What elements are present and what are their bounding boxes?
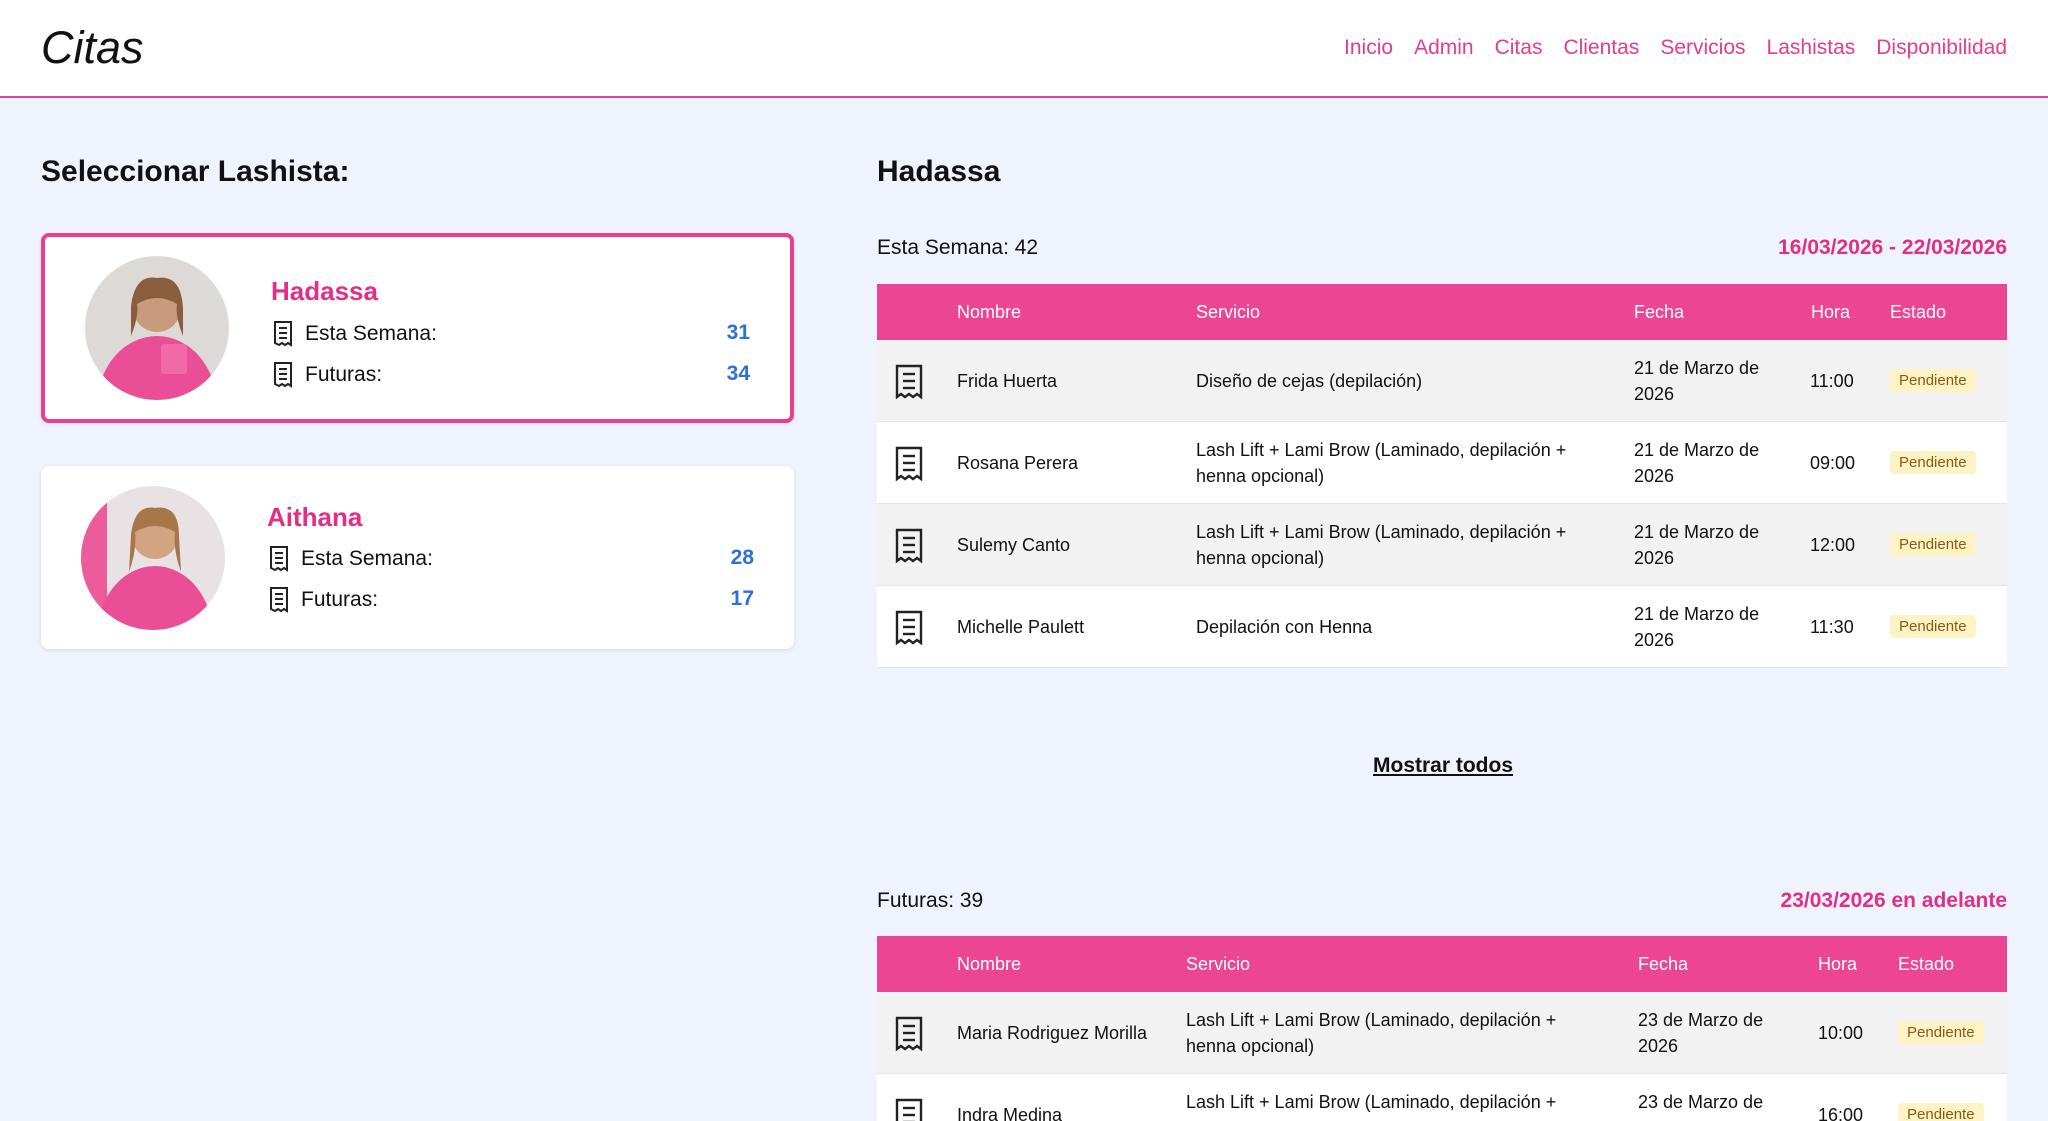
nav-link-disponibilidad[interactable]: Disponibilidad xyxy=(1876,36,2007,60)
cell-nombre: Indra Medina xyxy=(957,1105,1063,1121)
stat-week-row: Esta Semana: xyxy=(269,546,433,572)
receipt-icon[interactable] xyxy=(894,446,924,482)
nav-link-clientas[interactable]: Clientas xyxy=(1563,36,1639,60)
brand-title[interactable]: Citas xyxy=(41,22,144,74)
avatar-hadassa xyxy=(85,256,229,400)
table-row[interactable]: Maria Rodriguez Morilla Lash Lift + Lami… xyxy=(877,992,2007,1074)
stat-week-label: Esta Semana: xyxy=(301,547,433,570)
col-estado[interactable]: Estado xyxy=(1898,954,1954,975)
lashista-name: Aithana xyxy=(267,502,363,532)
avatar-aithana xyxy=(81,486,225,630)
status-badge: Pendiente xyxy=(1890,451,1976,474)
selected-lashista-heading: Hadassa xyxy=(877,155,1001,188)
nav-link-lashistas[interactable]: Lashistas xyxy=(1767,36,1856,60)
nav-link-servicios[interactable]: Servicios xyxy=(1660,36,1745,60)
status-badge: Pendiente xyxy=(1890,533,1976,556)
week-count-label: Esta Semana: 42 xyxy=(877,236,1039,259)
col-fecha[interactable]: Fecha xyxy=(1638,954,1688,975)
table-row[interactable]: Indra Medina Lash Lift + Lami Brow (Lami… xyxy=(877,1074,2007,1121)
col-estado[interactable]: Estado xyxy=(1890,302,1946,323)
col-hora[interactable]: Hora xyxy=(1811,302,1850,323)
table-row[interactable]: Michelle Paulett Depilación con Henna 21… xyxy=(877,586,2007,668)
cell-fecha: 21 de Marzo de 2026 xyxy=(1634,522,1760,568)
cell-fecha: 23 de Marzo de 2026 xyxy=(1638,1010,1764,1056)
nav-link-inicio[interactable]: Inicio xyxy=(1344,36,1393,60)
cell-nombre: Frida Huerta xyxy=(957,371,1058,391)
stat-future-row: Futuras: xyxy=(273,362,382,388)
cell-servicio: Lash Lift + Lami Brow (Laminado, depilac… xyxy=(1196,522,1567,568)
receipt-icon xyxy=(274,321,292,347)
cell-servicio: Lash Lift + Lami Brow (Laminado, depilac… xyxy=(1196,440,1567,486)
cell-hora: 11:00 xyxy=(1810,371,1854,391)
stat-week-value: 31 xyxy=(726,321,750,344)
col-nombre[interactable]: Nombre xyxy=(957,954,1021,975)
week-table-header: Nombre Servicio Fecha Hora Estado xyxy=(877,284,2007,340)
future-count-label: Futuras: 39 xyxy=(877,889,984,912)
cell-hora: 12:00 xyxy=(1810,535,1856,555)
cell-fecha: 21 de Marzo de 2026 xyxy=(1634,358,1760,404)
top-navbar: Citas Inicio Admin Citas Clientas Servic… xyxy=(0,0,2048,98)
stat-future-value: 34 xyxy=(726,362,750,385)
status-badge: Pendiente xyxy=(1898,1103,1984,1121)
cell-servicio: Lash Lift + Lami Brow (Laminado, depilac… xyxy=(1186,1010,1557,1056)
lashista-card-hadassa[interactable]: Hadassa Esta Semana: 31 Futuras: 34 xyxy=(41,233,794,423)
status-badge: Pendiente xyxy=(1898,1021,1984,1044)
status-badge: Pendiente xyxy=(1890,615,1976,638)
cell-nombre: Michelle Paulett xyxy=(957,617,1085,637)
stat-future-value: 17 xyxy=(730,587,754,610)
future-table-header: Nombre Servicio Fecha Hora Estado xyxy=(877,936,2007,992)
cell-nombre: Maria Rodriguez Morilla xyxy=(957,1023,1148,1043)
status-badge: Pendiente xyxy=(1890,369,1976,392)
col-servicio[interactable]: Servicio xyxy=(1186,954,1250,975)
table-row[interactable]: Frida Huerta Diseño de cejas (depilación… xyxy=(877,340,2007,422)
receipt-icon xyxy=(270,546,288,572)
receipt-icon xyxy=(270,587,288,613)
lashista-name: Hadassa xyxy=(271,276,378,306)
receipt-icon[interactable] xyxy=(894,1016,924,1052)
receipt-icon[interactable] xyxy=(894,1098,924,1121)
receipt-icon[interactable] xyxy=(894,528,924,564)
nav-links: Inicio Admin Citas Clientas Servicios La… xyxy=(1344,36,2007,60)
col-fecha[interactable]: Fecha xyxy=(1634,302,1684,323)
cell-servicio: Lash Lift + Lami Brow (Laminado, depilac… xyxy=(1186,1092,1557,1112)
cell-hora: 16:00 xyxy=(1818,1105,1864,1121)
lashista-card-aithana[interactable]: Aithana Esta Semana: 28 Futuras: 17 xyxy=(41,466,794,649)
cell-hora: 09:00 xyxy=(1810,453,1856,473)
future-date-range: 23/03/2026 en adelante xyxy=(1780,889,2007,912)
table-row[interactable]: Rosana Perera Lash Lift + Lami Brow (Lam… xyxy=(877,422,2007,504)
nav-link-admin[interactable]: Admin xyxy=(1414,36,1474,60)
week-date-range: 16/03/2026 - 22/03/2026 xyxy=(1778,236,2007,259)
select-lashista-heading: Seleccionar Lashista: xyxy=(41,155,350,188)
table-row[interactable]: Sulemy Canto Lash Lift + Lami Brow (Lami… xyxy=(877,504,2007,586)
stat-week-row: Esta Semana: xyxy=(273,321,437,347)
stat-future-row: Futuras: xyxy=(269,587,378,613)
col-hora[interactable]: Hora xyxy=(1818,954,1857,975)
cell-hora: 10:00 xyxy=(1818,1023,1864,1043)
cell-fecha: 21 de Marzo de 2026 xyxy=(1634,604,1760,650)
stat-future-label: Futuras: xyxy=(305,363,383,386)
cell-fecha: 23 de Marzo de xyxy=(1638,1092,1764,1112)
show-all-link[interactable]: Mostrar todos xyxy=(1373,754,1513,778)
cell-fecha: 21 de Marzo de 2026 xyxy=(1634,440,1760,486)
stat-week-label: Esta Semana: xyxy=(305,322,437,345)
nav-link-citas[interactable]: Citas xyxy=(1495,36,1543,60)
cell-nombre: Sulemy Canto xyxy=(957,535,1071,555)
cell-nombre: Rosana Perera xyxy=(957,453,1079,473)
receipt-icon xyxy=(274,362,292,388)
cell-servicio: Diseño de cejas (depilación) xyxy=(1196,371,1423,391)
cell-servicio: Depilación con Henna xyxy=(1196,617,1373,637)
stat-future-label: Futuras: xyxy=(301,588,379,611)
receipt-icon[interactable] xyxy=(894,610,924,646)
table-fade-overlay xyxy=(877,670,2007,704)
col-servicio[interactable]: Servicio xyxy=(1196,302,1260,323)
receipt-icon[interactable] xyxy=(894,364,924,400)
cell-hora: 11:30 xyxy=(1810,617,1854,637)
col-nombre[interactable]: Nombre xyxy=(957,302,1021,323)
stat-week-value: 28 xyxy=(730,546,754,569)
